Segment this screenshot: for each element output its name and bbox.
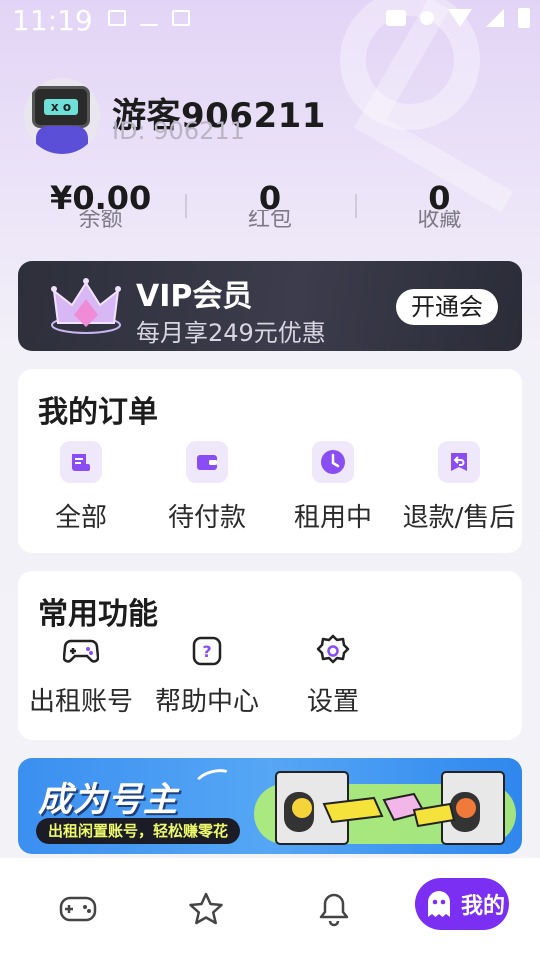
orders-card: 我的订单 全部 待付款 租用中 退款/售后 bbox=[18, 369, 522, 553]
wifi-icon bbox=[448, 9, 472, 27]
promo-illustration bbox=[254, 771, 516, 845]
stat-divider bbox=[185, 194, 188, 218]
avatar[interactable]: x o bbox=[24, 78, 100, 154]
vip-subtitle: 每月享249元优惠 bbox=[136, 319, 326, 347]
image-notification-icon bbox=[108, 10, 126, 26]
promo-swirl-decoration bbox=[191, 765, 237, 797]
stat-redpacket-label: 红包 bbox=[247, 210, 292, 228]
stat-divider bbox=[354, 194, 357, 218]
app-notification-icon bbox=[172, 10, 190, 26]
func-help-center[interactable]: ? 帮助中心 bbox=[144, 633, 270, 718]
signal-icon bbox=[486, 9, 504, 27]
bell-icon bbox=[319, 893, 349, 927]
work-profile-icon bbox=[386, 10, 406, 26]
dnd-icon bbox=[420, 11, 434, 25]
account-stats: ¥0.00 余额 0 红包 0 收藏 bbox=[16, 180, 524, 236]
orders-title: 我的订单 bbox=[38, 395, 158, 430]
func-rent-account[interactable]: 出租账号 bbox=[18, 633, 144, 718]
vip-banner[interactable]: VIP会员 每月享249元优惠 开通会 bbox=[18, 261, 522, 351]
wallet-icon bbox=[186, 441, 228, 483]
avatar-robot-head: x o bbox=[32, 86, 90, 128]
stat-favorites[interactable]: 0 收藏 bbox=[354, 180, 524, 236]
help-icon: ? bbox=[189, 633, 225, 669]
gamepad-icon bbox=[63, 633, 99, 669]
crown-icon bbox=[51, 278, 121, 334]
nav-notifications[interactable] bbox=[309, 884, 359, 934]
func-rent-account-label: 出租账号 bbox=[28, 687, 133, 717]
status-bar: 11:19 bbox=[0, 0, 540, 44]
order-refund-label: 退款/售后 bbox=[402, 503, 516, 533]
order-all-label: 全部 bbox=[54, 503, 107, 533]
become-owner-banner[interactable]: 成为号主 出租闲置账号，轻松赚零花 bbox=[18, 758, 522, 854]
func-help-center-label: 帮助中心 bbox=[154, 687, 259, 717]
status-time: 11:19 bbox=[12, 4, 93, 37]
functions-card: 常用功能 出租账号 ? 帮助中心 设置 bbox=[18, 571, 522, 740]
status-system-icons bbox=[386, 8, 530, 28]
status-notification-icons bbox=[108, 10, 190, 26]
refund-icon bbox=[438, 441, 480, 483]
order-refund[interactable]: 退款/售后 bbox=[396, 441, 522, 534]
nav-mine[interactable]: 我的 bbox=[415, 878, 509, 930]
nav-mine-label: 我的 bbox=[461, 894, 506, 919]
order-renting-label: 租用中 bbox=[293, 503, 372, 533]
stat-balance[interactable]: ¥0.00 余额 bbox=[16, 180, 185, 236]
order-renting[interactable]: 租用中 bbox=[270, 441, 396, 534]
gamepad-icon bbox=[59, 896, 97, 922]
vip-activate-button[interactable]: 开通会 bbox=[396, 289, 498, 325]
clock-icon bbox=[312, 441, 354, 483]
order-pending-payment-label: 待付款 bbox=[167, 503, 246, 533]
order-all[interactable]: 全部 bbox=[18, 441, 144, 534]
battery-icon bbox=[518, 8, 530, 28]
download-notification-icon bbox=[140, 10, 158, 26]
gear-icon bbox=[315, 633, 351, 669]
avatar-robot-body bbox=[36, 126, 88, 154]
user-id: ID: 906211 bbox=[112, 117, 245, 145]
vip-title: VIP会员 bbox=[136, 279, 253, 314]
stat-favorites-label: 收藏 bbox=[417, 210, 462, 228]
nav-favorites[interactable] bbox=[181, 884, 231, 934]
func-settings-label: 设置 bbox=[306, 687, 359, 717]
stat-redpacket[interactable]: 0 红包 bbox=[185, 180, 354, 236]
nav-games[interactable] bbox=[53, 884, 103, 934]
functions-title: 常用功能 bbox=[38, 597, 158, 632]
bottom-navigation: 我的 bbox=[0, 858, 540, 960]
list-icon bbox=[60, 441, 102, 483]
promo-title: 成为号主 bbox=[38, 780, 178, 820]
star-icon bbox=[189, 892, 223, 925]
promo-subtitle: 出租闲置账号，轻松赚零花 bbox=[36, 818, 241, 844]
func-settings[interactable]: 设置 bbox=[270, 633, 396, 718]
ghost-icon bbox=[428, 891, 450, 917]
order-pending-payment[interactable]: 待付款 bbox=[144, 441, 270, 534]
stat-balance-label: 余额 bbox=[78, 210, 123, 228]
svg-text:?: ? bbox=[202, 642, 211, 661]
